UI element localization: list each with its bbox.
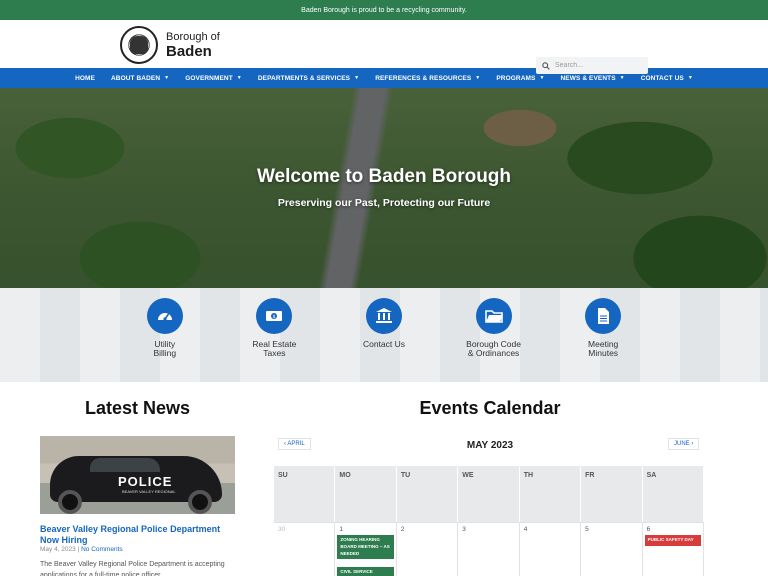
chevron-down-icon: ▼: [539, 75, 545, 81]
calendar-day[interactable]: 6 PUBLIC SAFETY DAY: [642, 522, 704, 576]
borough-seal-icon: [120, 26, 158, 64]
quick-link-contact-us[interactable]: Contact Us: [339, 298, 429, 382]
quick-link-label: Borough Code & Ordinances: [466, 339, 521, 359]
chevron-down-icon: ▼: [236, 75, 242, 81]
quick-link-label: Utility Billing: [153, 339, 177, 359]
police-car-subtext: BEAVER VALLEY REGIONAL: [122, 489, 176, 494]
search-box[interactable]: [536, 57, 648, 74]
site-header: Borough of Baden: [0, 20, 768, 74]
announcement-text: Baden Borough is proud to be a recycling…: [301, 6, 467, 14]
nav-item-departments-services[interactable]: DEPARTMENTS & SERVICES ▼: [250, 75, 367, 82]
hero-title: Welcome to Baden Borough: [256, 166, 512, 187]
gauge-icon: [146, 298, 183, 334]
wheel-icon: [58, 490, 82, 514]
news-post-comments-link[interactable]: No Comments: [81, 546, 123, 553]
weekday-header: MO: [335, 466, 397, 522]
calendar-month-label: MAY 2023: [466, 440, 514, 451]
nav-item-home[interactable]: HOME: [67, 75, 103, 82]
chevron-down-icon: ▼: [164, 75, 170, 81]
nav-item-news-events[interactable]: NEWS & EVENTS ▼: [553, 75, 633, 82]
nav-item-references-resources[interactable]: REFERENCES & RESOURCES ▼: [367, 75, 488, 82]
site-logo[interactable]: Borough of Baden: [120, 26, 220, 64]
document-icon: [585, 298, 622, 334]
calendar-day[interactable]: 3: [458, 522, 520, 576]
calendar-day[interactable]: 5: [581, 522, 643, 576]
chevron-right-icon: ›: [689, 441, 694, 447]
quick-links: Utility Billing $ Real Estate Taxes Cont…: [0, 288, 768, 382]
weekday-header: SU: [274, 466, 336, 522]
news-post-image[interactable]: POLICE BEAVER VALLEY REGIONAL: [40, 436, 235, 514]
logo-line-1: Borough of: [166, 30, 220, 43]
news-post-meta: May 4, 2023 | No Comments: [40, 546, 123, 553]
calendar-grid: SU MO TU WE TH FR SA 30 1 ZONING HEARING…: [274, 466, 704, 576]
quick-link-label: Contact Us: [362, 339, 405, 349]
chevron-down-icon: ▼: [619, 75, 625, 81]
wheel-icon: [188, 490, 212, 514]
nav-item-contact-us[interactable]: CONTACT US ▼: [633, 75, 701, 82]
hero-banner: Welcome to Baden Borough Preserving our …: [0, 88, 768, 288]
search-icon: [542, 61, 550, 70]
main-content: Latest News POLICE BEAVER VALLEY REGIONA…: [0, 382, 768, 576]
folder-icon: [475, 298, 512, 334]
calendar-day[interactable]: 4: [519, 522, 582, 576]
nav-item-programs[interactable]: PROGRAMS ▼: [488, 75, 552, 82]
weekday-header: TH: [519, 466, 582, 522]
main-nav: HOME ABOUT BADEN ▼ GOVERNMENT ▼ DEPARTMENT…: [0, 68, 768, 88]
calendar-day[interactable]: 1 ZONING HEARING BOARD MEETING – AS NEED…: [335, 522, 397, 576]
events-calendar-heading: Events Calendar: [419, 398, 561, 418]
weekday-header: SA: [642, 466, 704, 522]
news-post-title-link[interactable]: Beaver Valley Regional Police Department…: [40, 524, 240, 546]
money-icon: $: [256, 298, 293, 334]
quick-link-borough-code[interactable]: Borough Code & Ordinances: [449, 298, 539, 382]
search-input[interactable]: [555, 62, 635, 69]
chevron-down-icon: ▼: [687, 75, 693, 81]
calendar-event[interactable]: ZONING HEARING BOARD MEETING – AS NEEDED: [337, 535, 394, 560]
announcement-bar: Baden Borough is proud to be a recycling…: [0, 0, 768, 20]
quick-link-utility-billing[interactable]: Utility Billing: [120, 298, 210, 382]
hero-subtitle: Preserving our Past, Protecting our Futu…: [277, 197, 491, 209]
police-car-text: POLICE: [118, 474, 173, 489]
calendar-event[interactable]: PUBLIC SAFETY DAY: [644, 535, 701, 546]
building-icon: [365, 298, 402, 334]
weekday-header: FR: [581, 466, 643, 522]
nav-item-government[interactable]: GOVERNMENT ▼: [177, 75, 250, 82]
chevron-down-icon: ▼: [475, 75, 481, 81]
quick-link-label: Real Estate Taxes: [252, 339, 297, 359]
calendar-day[interactable]: 30: [274, 522, 336, 576]
chevron-down-icon: ▼: [354, 75, 360, 81]
latest-news-heading: Latest News: [84, 398, 191, 418]
calendar-day[interactable]: 2: [396, 522, 459, 576]
weekday-header: WE: [458, 466, 520, 522]
quick-link-meeting-minutes[interactable]: Meeting Minutes: [558, 298, 648, 382]
quick-link-real-estate-taxes[interactable]: $ Real Estate Taxes: [229, 298, 319, 382]
weekday-header: TU: [396, 466, 459, 522]
news-post-excerpt: The Beaver Valley Regional Police Depart…: [40, 561, 225, 576]
nav-item-about-baden[interactable]: ABOUT BADEN ▼: [103, 75, 177, 82]
calendar-next-month-button[interactable]: JUNE ›: [668, 438, 700, 450]
calendar-event[interactable]: CIVIL SERVICE: [337, 567, 394, 576]
logo-line-2: Baden: [166, 42, 212, 60]
news-post-date: May 4, 2023: [40, 546, 76, 553]
quick-link-label: Meeting Minutes: [588, 339, 619, 359]
